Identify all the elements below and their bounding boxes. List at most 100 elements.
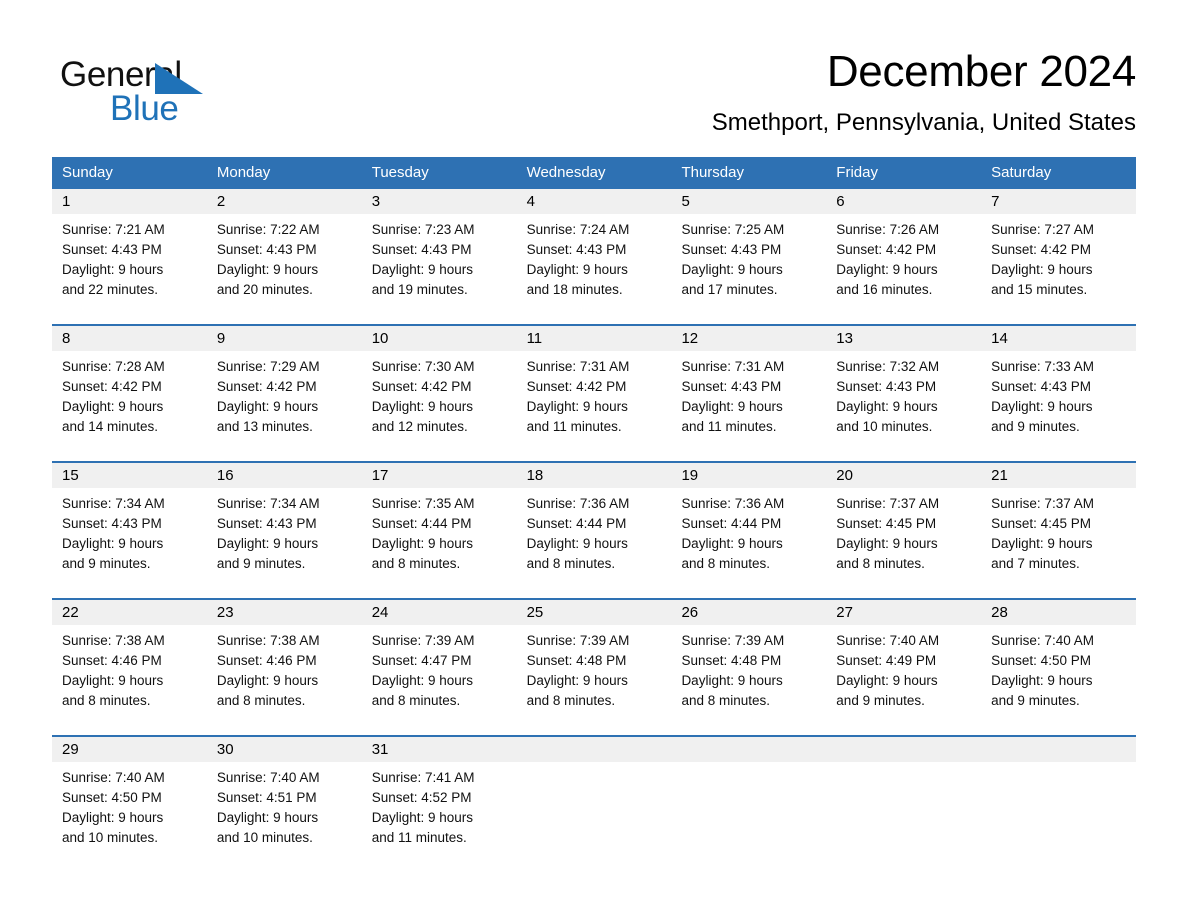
day-number: 26 — [671, 600, 827, 625]
day-cell-empty — [981, 737, 1137, 865]
sunset-text: Sunset: 4:48 PM — [526, 653, 627, 668]
sunset-text: Sunset: 4:44 PM — [371, 516, 472, 531]
day-cell[interactable]: 26 Sunrise: 7:39 AM Sunset: 4:48 PM Dayl… — [671, 600, 827, 728]
day-cell[interactable]: 6 Sunrise: 7:26 AM Sunset: 4:42 PM Dayli… — [826, 189, 982, 317]
sunrise-text: Sunrise: 7:34 AM — [62, 496, 165, 511]
week-row: 8 Sunrise: 7:28 AM Sunset: 4:42 PM Dayli… — [52, 324, 1137, 454]
week-row: 22 Sunrise: 7:38 AM Sunset: 4:46 PM Dayl… — [52, 598, 1137, 728]
day-number — [826, 737, 982, 762]
day-cell[interactable]: 30 Sunrise: 7:40 AM Sunset: 4:51 PM Dayl… — [206, 737, 362, 865]
day-cell[interactable]: 22 Sunrise: 7:38 AM Sunset: 4:46 PM Dayl… — [52, 600, 207, 728]
day-details: Sunrise: 7:33 AM Sunset: 4:43 PM Dayligh… — [981, 351, 1136, 437]
sunset-text: Sunset: 4:49 PM — [836, 653, 937, 668]
day-cell-empty — [671, 737, 827, 865]
day-cell[interactable]: 14 Sunrise: 7:33 AM Sunset: 4:43 PM Dayl… — [981, 326, 1137, 454]
daylight-text-line2: and 11 minutes. — [681, 419, 777, 434]
sunrise-text: Sunrise: 7:39 AM — [681, 633, 785, 648]
weekday-header-saturday: Saturday — [991, 164, 1052, 181]
daylight-text-line2: and 20 minutes. — [216, 282, 313, 297]
day-details: Sunrise: 7:37 AM Sunset: 4:45 PM Dayligh… — [826, 488, 981, 574]
daylight-text-line1: Daylight: 9 hours — [836, 673, 938, 688]
day-cell[interactable]: 21 Sunrise: 7:37 AM Sunset: 4:45 PM Dayl… — [981, 463, 1137, 591]
day-cell[interactable]: 24 Sunrise: 7:39 AM Sunset: 4:47 PM Dayl… — [361, 600, 517, 728]
daylight-text-line1: Daylight: 9 hours — [991, 399, 1093, 414]
sunrise-text: Sunrise: 7:40 AM — [991, 633, 1094, 648]
day-cell[interactable]: 19 Sunrise: 7:36 AM Sunset: 4:44 PM Dayl… — [671, 463, 827, 591]
day-cell[interactable]: 27 Sunrise: 7:40 AM Sunset: 4:49 PM Dayl… — [826, 600, 982, 728]
sunrise-text: Sunrise: 7:38 AM — [216, 633, 320, 648]
day-number: 19 — [671, 463, 827, 488]
day-details: Sunrise: 7:36 AM Sunset: 4:44 PM Dayligh… — [671, 488, 826, 574]
day-cell[interactable]: 31 Sunrise: 7:41 AM Sunset: 4:52 PM Dayl… — [361, 737, 517, 865]
day-cell[interactable]: 11 Sunrise: 7:31 AM Sunset: 4:42 PM Dayl… — [516, 326, 672, 454]
daylight-text-line1: Daylight: 9 hours — [836, 399, 938, 414]
sunset-text: Sunset: 4:52 PM — [371, 790, 472, 805]
sunrise-text: Sunrise: 7:37 AM — [836, 496, 940, 511]
day-cell[interactable]: 9 Sunrise: 7:29 AM Sunset: 4:42 PM Dayli… — [206, 326, 362, 454]
day-details: Sunrise: 7:31 AM Sunset: 4:42 PM Dayligh… — [517, 351, 672, 437]
day-cell[interactable]: 4 Sunrise: 7:24 AM Sunset: 4:43 PM Dayli… — [516, 189, 672, 317]
day-cell[interactable]: 12 Sunrise: 7:31 AM Sunset: 4:43 PM Dayl… — [671, 326, 827, 454]
sunset-text: Sunset: 4:46 PM — [62, 653, 162, 668]
day-cell[interactable]: 17 Sunrise: 7:35 AM Sunset: 4:44 PM Dayl… — [361, 463, 517, 591]
sunrise-text: Sunrise: 7:28 AM — [62, 359, 165, 374]
day-details: Sunrise: 7:30 AM Sunset: 4:42 PM Dayligh… — [362, 351, 517, 437]
daylight-text-line1: Daylight: 9 hours — [371, 536, 474, 551]
title-block: December 2024 Smethport, Pennsylvania, U… — [712, 44, 1137, 138]
day-cell[interactable]: 29 Sunrise: 7:40 AM Sunset: 4:50 PM Dayl… — [52, 737, 207, 865]
day-cell[interactable]: 18 Sunrise: 7:36 AM Sunset: 4:44 PM Dayl… — [516, 463, 672, 591]
day-cell[interactable]: 7 Sunrise: 7:27 AM Sunset: 4:42 PM Dayli… — [981, 189, 1137, 317]
day-details: Sunrise: 7:40 AM Sunset: 4:49 PM Dayligh… — [826, 625, 981, 711]
sunrise-text: Sunrise: 7:29 AM — [216, 359, 320, 374]
day-details: Sunrise: 7:31 AM Sunset: 4:43 PM Dayligh… — [671, 351, 826, 437]
day-cell[interactable]: 2 Sunrise: 7:22 AM Sunset: 4:43 PM Dayli… — [206, 189, 362, 317]
day-details: Sunrise: 7:40 AM Sunset: 4:50 PM Dayligh… — [981, 625, 1136, 711]
day-cell[interactable]: 15 Sunrise: 7:34 AM Sunset: 4:43 PM Dayl… — [52, 463, 207, 591]
day-cell[interactable]: 10 Sunrise: 7:30 AM Sunset: 4:42 PM Dayl… — [361, 326, 517, 454]
daylight-text-line2: and 9 minutes. — [836, 693, 925, 708]
day-cell[interactable]: 1 Sunrise: 7:21 AM Sunset: 4:43 PM Dayli… — [52, 189, 207, 317]
day-cell[interactable]: 28 Sunrise: 7:40 AM Sunset: 4:50 PM Dayl… — [981, 600, 1137, 728]
sunrise-text: Sunrise: 7:35 AM — [371, 496, 475, 511]
daylight-text-line1: Daylight: 9 hours — [62, 536, 164, 551]
day-cell[interactable]: 16 Sunrise: 7:34 AM Sunset: 4:43 PM Dayl… — [206, 463, 362, 591]
daylight-text-line2: and 11 minutes. — [526, 419, 622, 434]
sunset-text: Sunset: 4:43 PM — [371, 242, 472, 257]
sunset-text: Sunset: 4:42 PM — [991, 242, 1091, 257]
sunrise-text: Sunrise: 7:41 AM — [371, 770, 475, 785]
day-cell[interactable]: 13 Sunrise: 7:32 AM Sunset: 4:43 PM Dayl… — [826, 326, 982, 454]
day-number: 14 — [981, 326, 1137, 351]
daylight-text-line1: Daylight: 9 hours — [216, 399, 319, 414]
day-cell[interactable]: 20 Sunrise: 7:37 AM Sunset: 4:45 PM Dayl… — [826, 463, 982, 591]
sunrise-text: Sunrise: 7:32 AM — [836, 359, 940, 374]
sunset-text: Sunset: 4:44 PM — [526, 516, 627, 531]
day-number: 23 — [206, 600, 362, 625]
day-details: Sunrise: 7:38 AM Sunset: 4:46 PM Dayligh… — [52, 625, 207, 711]
day-cell[interactable]: 8 Sunrise: 7:28 AM Sunset: 4:42 PM Dayli… — [52, 326, 207, 454]
day-details: Sunrise: 7:36 AM Sunset: 4:44 PM Dayligh… — [517, 488, 672, 574]
day-number: 3 — [361, 189, 517, 214]
day-cell-empty — [516, 737, 672, 865]
day-cell[interactable]: 5 Sunrise: 7:25 AM Sunset: 4:43 PM Dayli… — [671, 189, 827, 317]
page-title: December 2024 — [826, 47, 1136, 96]
daylight-text-line1: Daylight: 9 hours — [681, 399, 783, 414]
day-cell[interactable]: 25 Sunrise: 7:39 AM Sunset: 4:48 PM Dayl… — [516, 600, 672, 728]
daylight-text-line2: and 8 minutes. — [836, 556, 925, 571]
day-number: 4 — [516, 189, 672, 214]
day-details: Sunrise: 7:26 AM Sunset: 4:42 PM Dayligh… — [826, 214, 981, 300]
daylight-text-line1: Daylight: 9 hours — [371, 262, 474, 277]
sunset-text: Sunset: 4:43 PM — [836, 379, 937, 394]
sunrise-text: Sunrise: 7:34 AM — [216, 496, 320, 511]
sunset-text: Sunset: 4:43 PM — [681, 379, 782, 394]
sunrise-text: Sunrise: 7:22 AM — [216, 222, 320, 237]
day-number: 12 — [671, 326, 827, 351]
logo-text-blue: Blue — [110, 89, 179, 128]
sunset-text: Sunset: 4:44 PM — [681, 516, 782, 531]
daylight-text-line1: Daylight: 9 hours — [526, 536, 628, 551]
day-number: 24 — [361, 600, 517, 625]
day-cell[interactable]: 23 Sunrise: 7:38 AM Sunset: 4:46 PM Dayl… — [206, 600, 362, 728]
weekday-header-row: Sunday Monday Tuesday Wednesday Thursday… — [52, 157, 1136, 189]
day-cell[interactable]: 3 Sunrise: 7:23 AM Sunset: 4:43 PM Dayli… — [361, 189, 517, 317]
sunrise-text: Sunrise: 7:36 AM — [681, 496, 785, 511]
day-cell-empty — [826, 737, 982, 865]
